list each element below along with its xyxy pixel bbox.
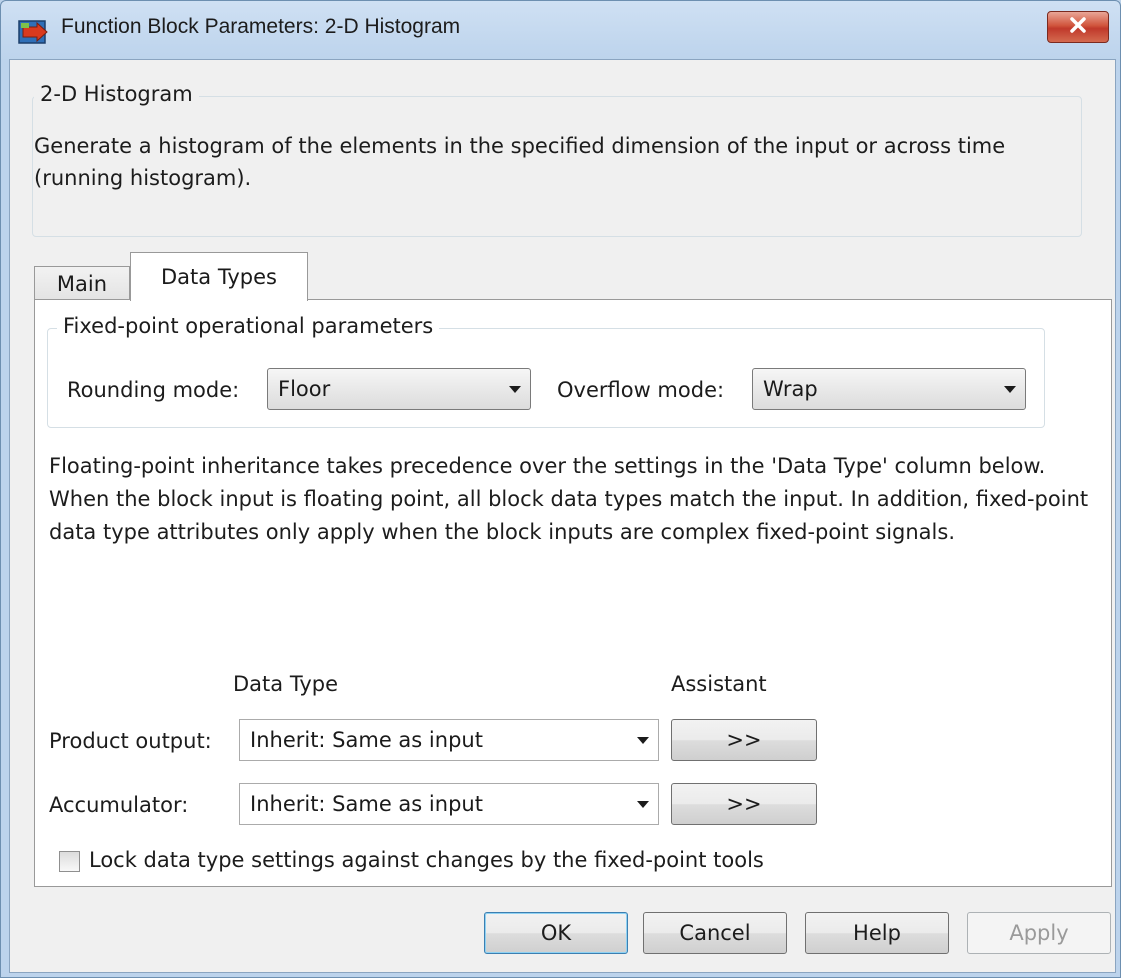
chevron-down-icon bbox=[628, 800, 658, 809]
chevron-down-icon bbox=[995, 385, 1025, 394]
ok-button[interactable]: OK bbox=[484, 912, 628, 954]
help-button-label: Help bbox=[853, 921, 901, 945]
help-button[interactable]: Help bbox=[805, 912, 949, 954]
overflow-mode-value: Wrap bbox=[763, 377, 818, 401]
accumulator-value: Inherit: Same as input bbox=[250, 792, 483, 816]
rounding-mode-value: Floor bbox=[278, 377, 331, 401]
lock-data-type-label: Lock data type settings against changes … bbox=[89, 848, 764, 872]
ok-button-label: OK bbox=[540, 921, 572, 945]
data-type-column-header: Data Type bbox=[233, 672, 339, 696]
dialog-client-area: 2-D Histogram Generate a histogram of th… bbox=[9, 59, 1116, 973]
floating-point-info-text: Floating-point inheritance takes precede… bbox=[49, 454, 1089, 544]
tab-main[interactable]: Main bbox=[34, 266, 130, 301]
product-output-assistant-button[interactable]: >> bbox=[671, 719, 817, 761]
data-types-panel: Fixed-point operational parameters Round… bbox=[34, 299, 1112, 887]
accumulator-assistant-button[interactable]: >> bbox=[671, 783, 817, 825]
apply-button[interactable]: Apply bbox=[967, 912, 1111, 954]
assistant-button-label: >> bbox=[726, 792, 762, 816]
window-title: Function Block Parameters: 2-D Histogram bbox=[61, 15, 461, 38]
close-icon bbox=[1068, 16, 1088, 38]
assistant-button-label: >> bbox=[726, 728, 762, 752]
simulink-block-icon bbox=[17, 17, 51, 47]
apply-button-label: Apply bbox=[1009, 921, 1069, 945]
tab-data-types[interactable]: Data Types bbox=[130, 252, 308, 301]
title-bar[interactable]: Function Block Parameters: 2-D Histogram bbox=[1, 1, 1120, 59]
overflow-mode-label: Overflow mode: bbox=[557, 378, 725, 402]
cancel-button-label: Cancel bbox=[679, 921, 751, 945]
close-button[interactable] bbox=[1047, 11, 1109, 43]
chevron-down-icon bbox=[628, 736, 658, 745]
cancel-button[interactable]: Cancel bbox=[643, 912, 787, 954]
tab-data-types-label: Data Types bbox=[161, 265, 277, 289]
lock-data-type-checkbox[interactable] bbox=[59, 851, 80, 872]
tab-main-label: Main bbox=[56, 272, 108, 296]
assistant-column-header: Assistant bbox=[671, 672, 767, 696]
overflow-mode-select[interactable]: Wrap bbox=[752, 368, 1026, 410]
rounding-mode-label: Rounding mode: bbox=[67, 378, 240, 402]
product-output-label: Product output: bbox=[49, 729, 212, 753]
block-group-label: 2-D Histogram bbox=[34, 82, 199, 106]
fixed-point-group-label: Fixed-point operational parameters bbox=[57, 314, 440, 338]
product-output-select[interactable]: Inherit: Same as input bbox=[239, 719, 659, 761]
accumulator-select[interactable]: Inherit: Same as input bbox=[239, 783, 659, 825]
product-output-value: Inherit: Same as input bbox=[250, 728, 483, 752]
chevron-down-icon bbox=[500, 385, 530, 394]
rounding-mode-select[interactable]: Floor bbox=[267, 368, 531, 410]
block-description: Generate a histogram of the elements in … bbox=[34, 134, 1006, 190]
accumulator-label: Accumulator: bbox=[49, 793, 189, 817]
dialog-window: Function Block Parameters: 2-D Histogram… bbox=[0, 0, 1121, 978]
